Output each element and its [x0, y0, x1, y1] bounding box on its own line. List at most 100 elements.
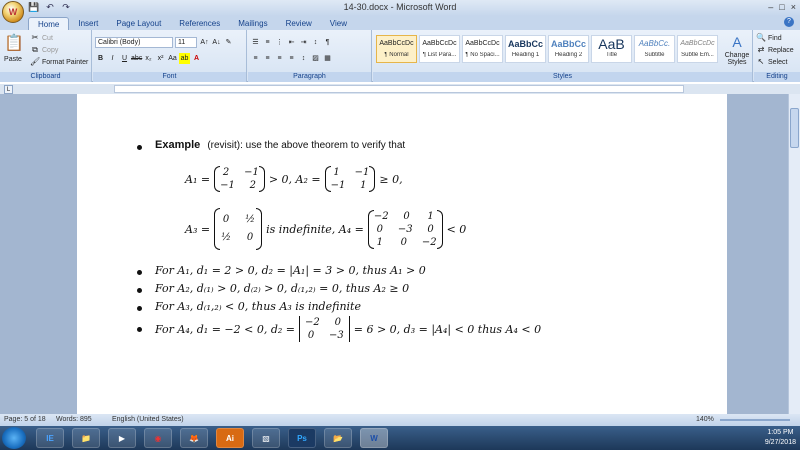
paragraph-label: Paragraph [248, 72, 371, 82]
document-page[interactable]: Example (revisit): use the above theorem… [77, 94, 727, 414]
tab-insert[interactable]: Insert [69, 17, 107, 30]
font-color-icon[interactable]: A [191, 53, 202, 64]
media-player-icon[interactable]: ▶ [108, 428, 136, 448]
shading-icon[interactable]: ▨ [310, 53, 321, 64]
internet-explorer-icon[interactable]: IE [36, 428, 64, 448]
underline-icon[interactable]: U [119, 53, 130, 64]
sort-icon[interactable]: ↕ [310, 37, 321, 48]
style-title[interactable]: AaB Title [591, 35, 632, 63]
bullet-a4-prefix: For A₄, d₁ = −2 < 0, d₂ = [155, 322, 295, 336]
italic-icon[interactable]: I [107, 53, 118, 64]
office-button[interactable]: W [2, 1, 24, 23]
paste-button[interactable]: 📋 Paste [4, 34, 24, 63]
tab-mailings[interactable]: Mailings [229, 17, 276, 30]
style-subtitle[interactable]: AaBbCc. Subtitle [634, 35, 675, 63]
word-icon[interactable]: W [360, 428, 388, 448]
select-arrow-icon: ↖ [757, 57, 765, 66]
show-marks-icon[interactable]: ¶ [322, 37, 333, 48]
increase-indent-icon[interactable]: ⇥ [298, 37, 309, 48]
language[interactable]: English (United States) [112, 416, 184, 423]
shrink-font-icon[interactable]: A↓ [211, 37, 222, 48]
font-name-select[interactable]: Calibri (Body) [95, 37, 173, 48]
change-styles-button[interactable]: A Change Styles [723, 34, 751, 66]
maximize-button[interactable]: □ [779, 2, 784, 12]
format-painter-button[interactable]: 🖌 Format Painter [30, 57, 88, 67]
minimize-button[interactable]: – [768, 2, 773, 12]
justify-icon[interactable]: ≡ [286, 53, 297, 64]
bullet-icon [137, 306, 142, 311]
brush-icon: 🖌 [30, 57, 41, 66]
copy-button[interactable]: ⧉ Copy [30, 45, 58, 55]
matrix-a3: 0 ½ ½ 0 [214, 208, 263, 250]
matrix-a1: 2 −1 −1 2 [214, 166, 265, 192]
clipboard-group: 📋 Paste ✂ Cut ⧉ Copy 🖌 Format Painter Clipb… [0, 30, 92, 82]
style-list-paragraph[interactable]: AaBbCcDc ¶ List Para... [419, 35, 460, 63]
close-button[interactable]: × [791, 2, 796, 12]
status-bar: Page: 5 of 18 Words: 895 English (United… [0, 414, 800, 426]
borders-icon[interactable]: ▦ [322, 53, 333, 64]
horizontal-ruler[interactable] [114, 85, 684, 93]
style-heading-2[interactable]: AaBbCc Heading 2 [548, 35, 589, 63]
clear-format-icon[interactable]: ✎ [223, 37, 234, 48]
bold-icon[interactable]: B [95, 53, 106, 64]
page-count[interactable]: Page: 5 of 18 [4, 416, 46, 423]
matrix-cell: 0 [334, 317, 341, 328]
start-button[interactable] [2, 427, 26, 449]
change-case-icon[interactable]: Aa [167, 53, 178, 64]
replace-button[interactable]: ⇄ Replace [756, 45, 794, 55]
align-center-icon[interactable]: ≡ [262, 53, 273, 64]
styles-gallery: AaBbCcDc ¶ Normal AaBbCcDc ¶ List Para..… [376, 35, 718, 63]
bullet-icon [137, 288, 142, 293]
screenshot-tool-icon[interactable]: ▧ [252, 428, 280, 448]
tab-review[interactable]: Review [277, 17, 321, 30]
cut-button[interactable]: ✂ Cut [30, 33, 53, 43]
word-count[interactable]: Words: 895 [56, 416, 92, 423]
tab-view[interactable]: View [321, 17, 356, 30]
vertical-scrollbar[interactable] [788, 94, 800, 414]
ruler: L [0, 84, 800, 94]
grow-font-icon[interactable]: A↑ [199, 37, 210, 48]
superscript-icon[interactable]: x² [155, 53, 166, 64]
highlight-icon[interactable]: ab [179, 53, 190, 64]
styles-label: Styles [373, 72, 752, 82]
system-clock[interactable]: 1:05 PM 9/27/2018 [765, 428, 796, 448]
tab-page-layout[interactable]: Page Layout [107, 17, 170, 30]
decrease-indent-icon[interactable]: ⇤ [286, 37, 297, 48]
style-normal[interactable]: AaBbCcDc ¶ Normal [376, 35, 417, 63]
a1-a2-equation: A₁ = 2 −1 −1 2 > 0, A₂ = 1 −1 −1 1 ≥ 0, [185, 166, 403, 192]
select-button[interactable]: ↖ Select [756, 57, 788, 67]
bullets-icon[interactable]: ☰ [250, 37, 261, 48]
a4-relation: < 0 [446, 222, 467, 236]
help-icon[interactable]: ? [784, 17, 794, 27]
photoshop-icon[interactable]: Ps [288, 428, 316, 448]
chrome-icon[interactable]: ◉ [144, 428, 172, 448]
style-no-spacing[interactable]: AaBbCcDc ¶ No Spaci... [462, 35, 503, 63]
tab-home[interactable]: Home [28, 17, 70, 30]
folder-icon[interactable]: 📁 [72, 428, 100, 448]
tab-references[interactable]: References [170, 17, 229, 30]
firefox-icon[interactable]: 🦊 [180, 428, 208, 448]
subscript-icon[interactable]: x₂ [143, 53, 154, 64]
multilevel-list-icon[interactable]: ⋮ [274, 37, 285, 48]
font-size-select[interactable]: 11 [175, 37, 197, 48]
align-left-icon[interactable]: ≡ [250, 53, 261, 64]
tab-selector-icon[interactable]: L [4, 85, 13, 94]
align-right-icon[interactable]: ≡ [274, 53, 285, 64]
line-spacing-icon[interactable]: ↕ [298, 53, 309, 64]
scrollbar-thumb[interactable] [790, 108, 799, 148]
matrix-cell: −1 [330, 180, 346, 191]
explorer-icon[interactable]: 📂 [324, 428, 352, 448]
zoom-slider[interactable] [720, 419, 790, 421]
numbering-icon[interactable]: ≡ [262, 37, 273, 48]
strikethrough-icon[interactable]: abc [131, 53, 142, 64]
style-subtle-emphasis[interactable]: AaBbCcDc Subtle Em... [677, 35, 718, 63]
matrix-cell: 0 [427, 223, 434, 235]
illustrator-icon[interactable]: Ai [216, 428, 244, 448]
find-button[interactable]: 🔍 Find [756, 33, 782, 43]
matrix-cell: 1 [360, 180, 367, 191]
style-heading-1[interactable]: AaBbCc Heading 1 [505, 35, 546, 63]
matrix-cell: −2 [305, 317, 320, 328]
zoom-level[interactable]: 140% [696, 416, 714, 423]
clock-date: 9/27/2018 [764, 439, 796, 446]
font-group: Calibri (Body) 11 A↑ A↓ ✎ B I U abc x₂ x… [93, 30, 247, 82]
